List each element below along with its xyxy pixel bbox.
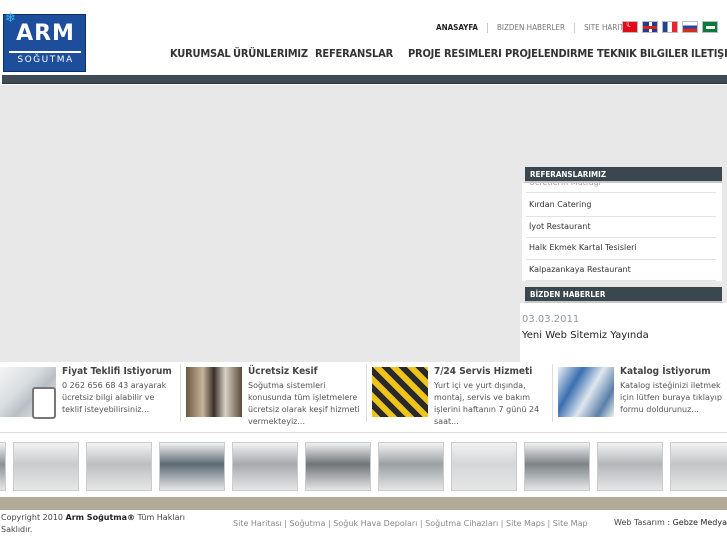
- promo-text: Yurt içi ve yurt dışında, montaj, servis…: [434, 381, 540, 426]
- promo-text: Soğutma sistemleri konusunda tüm işletme…: [248, 381, 360, 426]
- price-quote-image: [0, 367, 56, 419]
- footer: Copyright 2010 Arm Soğutma® Tüm Hakları …: [0, 510, 727, 545]
- copyright-brand: Arm Soğutma®: [65, 513, 136, 522]
- page: ❄ ARM SOĞUTMA ANASAYFA BIZDEN HABERLER S…: [0, 0, 727, 545]
- reference-item[interactable]: Kırdan Catering: [529, 200, 591, 209]
- top-links: ANASAYFA BIZDEN HABERLER SITE HARITASI: [430, 22, 644, 34]
- gallery-thumbnail[interactable]: [305, 442, 371, 491]
- logo-sub: SOĞUTMA: [17, 55, 74, 65]
- divider: [526, 237, 716, 238]
- toplink-bizden-haberler[interactable]: BIZDEN HABERLER: [488, 23, 576, 33]
- footer-links[interactable]: Site Haritası | Soğutma | Soğuk Hava Dep…: [233, 519, 588, 528]
- divider: [552, 364, 553, 422]
- logo-brand: ARM: [16, 21, 75, 46]
- web-design-pre: Web Tasarım :: [614, 518, 671, 527]
- reference-item-partial: Ücretlerin Mutfağı: [529, 183, 601, 187]
- project-gallery: [0, 432, 727, 495]
- divider: [526, 216, 716, 217]
- promo-katalog[interactable]: Katalog İstiyorum Katalog isteğinizi ile…: [558, 362, 727, 424]
- reference-item[interactable]: İyot Restaurant: [529, 222, 590, 231]
- promo-title: Katalog İstiyorum: [620, 366, 711, 377]
- divider: [526, 192, 716, 193]
- turkish-flag-icon[interactable]: [622, 21, 638, 33]
- promo-ucretsiz-kesif[interactable]: Ücretsiz Kesif Soğutma sistemleri konusu…: [186, 362, 364, 426]
- news-title[interactable]: Yeni Web Sitemiz Yayında: [522, 330, 649, 341]
- gallery-thumbnail[interactable]: [0, 442, 6, 491]
- copyright-pre: Copyright 2010: [1, 513, 63, 522]
- handshake-image: [186, 367, 242, 417]
- divider: [366, 364, 367, 422]
- nav-iletisim[interactable]: ILETIŞIM: [691, 47, 727, 60]
- gallery-thumbnail[interactable]: [670, 442, 727, 491]
- logo-divider: [9, 51, 81, 53]
- gallery-thumbnail[interactable]: [378, 442, 444, 491]
- news-box: 03.03.2011 Yeni Web Sitemiz Yayında: [520, 303, 727, 362]
- reference-item[interactable]: Kalpazankaya Restaurant: [529, 265, 631, 274]
- arabic-flag-icon[interactable]: [702, 21, 718, 33]
- reference-item[interactable]: Halk Ekmek Kartal Tesisleri: [529, 243, 637, 252]
- copyright-post: Tüm Hakları: [137, 513, 185, 522]
- gallery-thumbnail[interactable]: [159, 442, 225, 491]
- language-flags: [622, 21, 718, 33]
- gallery-bar: [0, 497, 727, 510]
- divider: [526, 280, 716, 281]
- promo-fiyat-teklifi[interactable]: Fiyat Teklifi Istiyorum 0 262 656 68 43 …: [0, 362, 178, 424]
- arm-sogutma-logo[interactable]: ❄ ARM SOĞUTMA: [3, 12, 86, 72]
- news-heading: BİZDEN HABERLER: [525, 287, 722, 303]
- gallery-thumbnail[interactable]: [13, 442, 79, 491]
- news-date: 03.03.2011: [522, 314, 580, 325]
- english-flag-icon[interactable]: [642, 21, 658, 33]
- gallery-thumbnail[interactable]: [524, 442, 590, 491]
- promo-title: Fiyat Teklifi Istiyorum: [62, 366, 172, 377]
- promo-servis-hizmeti[interactable]: 7/24 Servis Hizmeti Yurt içi ve yurt dış…: [372, 362, 550, 426]
- promo-strip: Fiyat Teklifi Istiyorum 0 262 656 68 43 …: [0, 362, 727, 426]
- gallery-thumbnail[interactable]: [86, 442, 152, 491]
- promo-title: Ücretsiz Kesif: [248, 366, 318, 377]
- nav-bar: [2, 75, 727, 84]
- catalog-image: [558, 367, 614, 417]
- nav-referanslar[interactable]: REFERANSLAR: [315, 47, 393, 60]
- main-nav: KURUMSAL ÜRÜNLERIMIZ REFERANSLAR PROJE R…: [168, 47, 727, 63]
- nav-kurumsal[interactable]: KURUMSAL: [170, 47, 231, 60]
- service-tools-image: [372, 367, 428, 417]
- nav-proje-resimleri[interactable]: PROJE RESIMLERI: [408, 47, 502, 60]
- divider: [180, 364, 181, 422]
- nav-teknik-bilgiler[interactable]: TEKNIK BILGILER: [597, 47, 688, 60]
- promo-text: 0 262 656 68 43 arayarak ücretsiz bilgi …: [62, 381, 167, 414]
- nav-urunlerimiz[interactable]: ÜRÜNLERIMIZ: [233, 47, 308, 60]
- toplink-anasayfa[interactable]: ANASAYFA: [430, 23, 488, 33]
- copyright-line-2: Saklıdır.: [1, 525, 33, 534]
- gallery-thumbnail[interactable]: [597, 442, 663, 491]
- copyright-line: Copyright 2010 Arm Soğutma® Tüm Hakları: [1, 513, 185, 522]
- russian-flag-icon[interactable]: [682, 21, 698, 33]
- promo-text: Katalog isteğinizi iletmek için lütfen b…: [620, 381, 722, 414]
- gallery-thumbnail[interactable]: [232, 442, 298, 491]
- references-heading: REFERANSLARIMIZ: [525, 167, 722, 183]
- web-design-credit[interactable]: Web Tasarım : Gebze Medya: [614, 518, 727, 527]
- french-flag-icon[interactable]: [662, 21, 678, 33]
- references-list: Ücretlerin Mutfağı Kırdan Catering İyot …: [522, 183, 722, 281]
- divider: [526, 259, 716, 260]
- gallery-thumbnail[interactable]: [451, 442, 517, 491]
- promo-title: 7/24 Servis Hizmeti: [434, 366, 533, 377]
- web-design-brand: Gebze Medya: [672, 518, 727, 527]
- nav-projelendirme[interactable]: PROJELENDIRME: [505, 47, 594, 60]
